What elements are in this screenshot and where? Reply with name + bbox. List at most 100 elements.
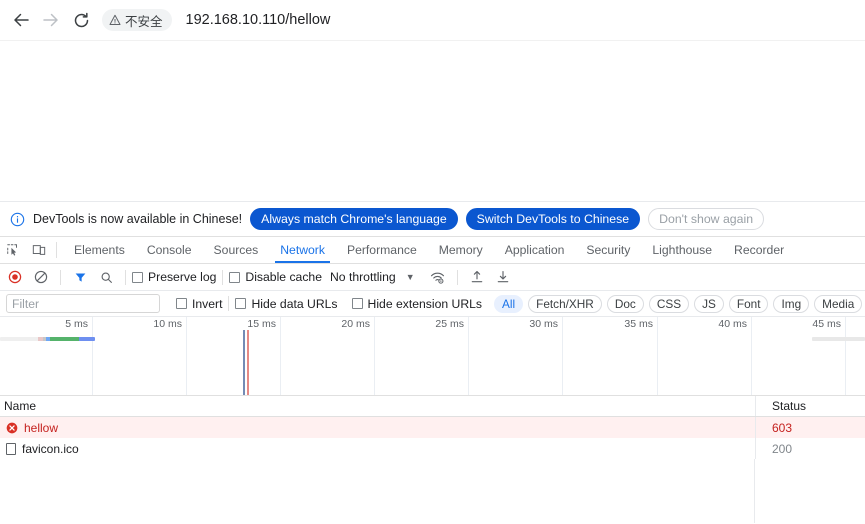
request-name-cell[interactable]: favicon.ico: [0, 442, 755, 456]
request-name-text: hellow: [24, 420, 59, 435]
filter-input[interactable]: [6, 294, 160, 313]
import-upload-icon[interactable]: [464, 265, 490, 289]
throttling-select[interactable]: No throttling: [330, 270, 396, 284]
reload-button[interactable]: [66, 5, 96, 35]
overview-tick-label: 45 ms: [812, 318, 841, 330]
tab-application[interactable]: Application: [494, 237, 576, 263]
overview-tick-label: 30 ms: [529, 318, 558, 330]
devtools-panel: DevTools is now available in Chinese! Al…: [0, 202, 865, 523]
request-status-cell: 200: [755, 438, 865, 459]
funnel-filter-icon[interactable]: [67, 265, 93, 289]
overview-tick-label: 20 ms: [341, 318, 370, 330]
overview-tick-divider: [562, 317, 563, 395]
type-filter-font[interactable]: Font: [728, 294, 769, 313]
tab-lighthouse[interactable]: Lighthouse: [641, 237, 723, 263]
security-status-text: 不安全: [125, 14, 163, 29]
overview-tick-label: 15 ms: [247, 318, 276, 330]
browser-toolbar: 不安全 192.168.10.110/hellow: [0, 0, 865, 41]
chevron-down-icon[interactable]: ▼: [406, 272, 415, 282]
toolbar-divider: [222, 269, 224, 285]
network-filter-toolbar: Invert Hide data URLs Hide extension URL…: [0, 291, 865, 317]
table-row[interactable]: favicon.ico 200: [0, 438, 865, 459]
network-toolbar: Preserve log Disable cache No throttling…: [0, 264, 865, 291]
device-toolbar-icon[interactable]: [26, 237, 52, 263]
tab-network[interactable]: Network: [269, 237, 336, 263]
dont-show-again-button[interactable]: Don't show again: [648, 208, 765, 230]
requests-empty-area: [0, 459, 865, 523]
toolbar-divider: [56, 242, 57, 258]
toolbar-divider: [228, 296, 230, 311]
search-icon[interactable]: [93, 265, 119, 289]
always-match-chrome-language-button[interactable]: Always match Chrome's language: [250, 208, 458, 230]
request-status-cell: 603: [755, 417, 865, 438]
security-status-chip[interactable]: 不安全: [102, 9, 172, 31]
invert-checkbox[interactable]: Invert: [176, 297, 222, 311]
tab-console[interactable]: Console: [136, 237, 203, 263]
wifi-settings-icon[interactable]: [425, 265, 451, 289]
overview-bar-segment: [812, 337, 865, 341]
toolbar-divider: [60, 269, 61, 285]
tab-recorder[interactable]: Recorder: [723, 237, 795, 263]
switch-devtools-to-chinese-button[interactable]: Switch DevTools to Chinese: [465, 208, 641, 230]
overview-tick-divider: [657, 317, 658, 395]
column-header-status[interactable]: Status: [755, 396, 865, 416]
hide-data-urls-checkbox[interactable]: Hide data URLs: [235, 297, 338, 311]
devtools-tab-strip: Elements Console Sources Network Perform…: [0, 237, 865, 264]
info-circle-icon: [10, 212, 25, 226]
forward-button[interactable]: [36, 5, 66, 35]
infobar-message: DevTools is now available in Chinese!: [33, 212, 243, 226]
disable-cache-label: Disable cache: [245, 270, 322, 284]
network-overview-timeline[interactable]: 5 ms 10 ms 15 ms 20 ms 25 ms 30 ms 35 ms 40 ms 4…: [0, 317, 865, 396]
type-filter-all[interactable]: All: [494, 294, 524, 313]
type-filter-js[interactable]: JS: [694, 294, 724, 313]
overview-bar-segment: [0, 337, 38, 341]
clear-no-entry-icon[interactable]: [28, 265, 54, 289]
address-bar-url[interactable]: 192.168.10.110/hellow: [186, 12, 331, 28]
column-divider: [754, 459, 755, 523]
hide-extension-urls-label: Hide extension URLs: [367, 296, 483, 311]
type-filter-img[interactable]: Img: [773, 294, 810, 313]
tab-sources[interactable]: Sources: [203, 237, 270, 263]
checkbox-box[interactable]: [235, 298, 247, 309]
type-filter-css[interactable]: CSS: [648, 294, 690, 313]
checkbox-box[interactable]: [176, 298, 187, 309]
tab-security[interactable]: Security: [575, 237, 641, 263]
overview-tick-label: 5 ms: [65, 318, 88, 330]
type-filter-media[interactable]: Media: [814, 294, 863, 313]
type-filter-fetch-xhr[interactable]: Fetch/XHR: [528, 294, 602, 313]
request-name-cell[interactable]: hellow: [0, 421, 755, 435]
page-viewport: [0, 41, 865, 202]
tab-elements[interactable]: Elements: [63, 237, 136, 263]
overview-bar-segment: [50, 337, 79, 341]
checkbox-box[interactable]: [132, 271, 143, 283]
hide-extension-urls-checkbox[interactable]: Hide extension URLs: [351, 296, 483, 311]
column-header-name[interactable]: Name: [0, 399, 755, 413]
tab-performance[interactable]: Performance: [336, 237, 428, 263]
overview-bar-segment: [79, 337, 95, 341]
hellow-overview-bar: [0, 337, 95, 341]
error-circle-icon: [6, 422, 18, 433]
toolbar-divider: [125, 269, 126, 285]
checkbox-box[interactable]: [351, 298, 363, 309]
dom-content-loaded-marker: [243, 330, 245, 395]
overview-tick-divider: [374, 317, 375, 395]
disable-cache-checkbox[interactable]: Disable cache: [229, 270, 322, 284]
toolbar-divider: [456, 269, 458, 285]
requests-table: Name Status hellow 603 favicon.ico 200: [0, 396, 865, 523]
export-download-icon[interactable]: [490, 265, 516, 289]
overview-tick-divider: [186, 317, 187, 395]
address-bar[interactable]: 不安全 192.168.10.110/hellow: [102, 6, 859, 34]
checkbox-box[interactable]: [229, 271, 241, 283]
tab-memory[interactable]: Memory: [428, 237, 494, 263]
overview-tick-divider: [845, 317, 846, 395]
table-row[interactable]: hellow 603: [0, 417, 865, 438]
back-button[interactable]: [6, 5, 36, 35]
type-filter-doc[interactable]: Doc: [606, 294, 644, 313]
load-event-marker: [247, 330, 249, 395]
inspect-element-icon[interactable]: [0, 237, 26, 263]
preserve-log-checkbox[interactable]: Preserve log: [132, 270, 216, 284]
record-stop-icon[interactable]: [2, 265, 28, 289]
overview-tick-divider: [751, 317, 752, 395]
favicon-overview-bar: [812, 337, 865, 341]
invert-label: Invert: [192, 296, 223, 311]
